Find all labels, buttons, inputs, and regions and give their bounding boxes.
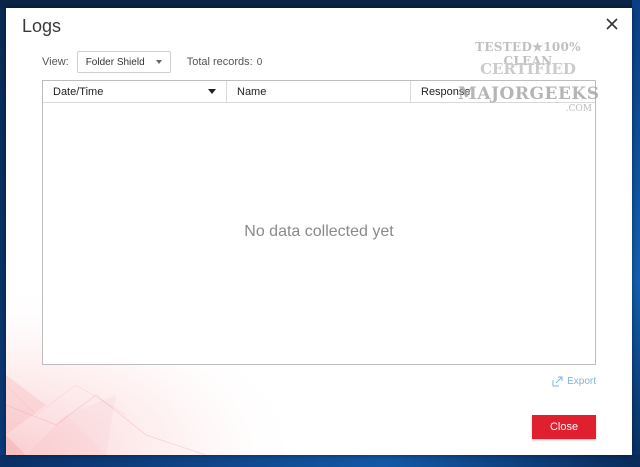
column-header-label: Date/Time [53,85,104,98]
filter-bar: View: Folder Shield Total records: 0 [42,51,262,73]
total-records-count: 0 [256,56,263,68]
dialog-title: Logs [22,16,62,36]
empty-state-message: No data collected yet [244,223,394,240]
total-records-label: Total records: [186,56,253,68]
view-dropdown[interactable]: Folder Shield [76,51,171,73]
view-label: View: [42,56,69,68]
logs-dialog: Logs View: Folder Shield Total records: … [6,8,632,455]
export-icon [552,376,563,387]
majorgeeks-watermark: TESTED★100% CLEAN CERTIFIED MAJORGEEKS .… [458,40,600,118]
desktop-bottom-edge [0,455,640,467]
column-header-label: Name [237,85,267,98]
close-button[interactable]: Close [532,415,596,439]
close-icon[interactable] [602,14,622,34]
column-header-name[interactable]: Name [227,81,411,102]
desktop-top-edge [0,0,640,8]
total-records: Total records: 0 [187,56,263,68]
sort-down-icon [208,89,216,94]
watermark-line-4: .COM [565,104,592,114]
column-header-date-time[interactable]: Date/Time [43,81,227,102]
export-link[interactable]: Export [552,376,596,387]
watermark-line-3: MAJORGEEKS [458,84,600,104]
desktop-right-edge [632,0,640,467]
export-label: Export [567,376,596,387]
watermark-line-2: CERTIFIED [480,60,576,78]
view-dropdown-value: Folder Shield [85,56,145,68]
logs-table: Date/Time Name Response No data collecte… [42,80,596,365]
chevron-down-icon [155,60,162,64]
